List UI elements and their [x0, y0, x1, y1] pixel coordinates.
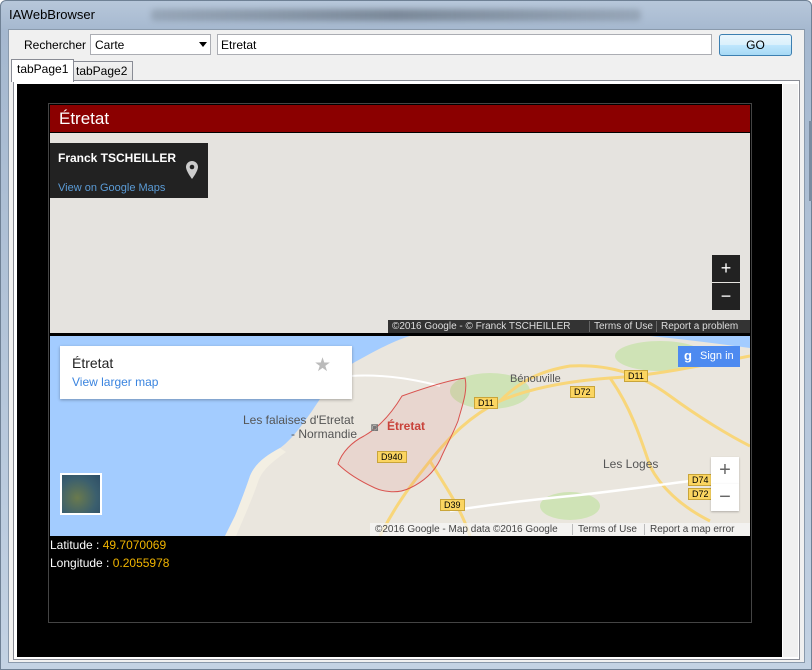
longitude-label: Longitude : — [50, 556, 113, 570]
map-owner-name: Franck TSCHEILLER — [58, 151, 177, 165]
map1-copyright: ©2016 Google - © Franck TSCHEILLER — [392, 321, 571, 332]
window-title: IAWebBrowser — [9, 7, 95, 22]
custom-map[interactable]: Franck TSCHEILLER View on Google Maps + … — [50, 133, 750, 333]
page-title: Étretat — [50, 105, 750, 132]
mode-select-value: Carte — [95, 38, 125, 52]
latitude-row: Latitude : 49.7070069 — [50, 538, 166, 552]
road-label: D74 — [688, 474, 713, 486]
mode-select[interactable]: Carte — [90, 34, 211, 55]
map1-report-link[interactable]: Report a problem — [656, 321, 738, 332]
title-bar-blur — [151, 9, 641, 21]
view-larger-map-link[interactable]: View larger map — [72, 375, 158, 389]
map2-report-link[interactable]: Report a map error — [644, 524, 734, 535]
satellite-toggle[interactable] — [60, 473, 102, 515]
map2-terms-link[interactable]: Terms of Use — [572, 524, 637, 535]
map2-zoom-out-button[interactable]: − — [711, 484, 739, 511]
map1-footer: ©2016 Google - © Franck TSCHEILLER Terms… — [388, 320, 750, 333]
title-bar[interactable]: IAWebBrowser — [1, 1, 811, 28]
google-g-icon: g — [684, 348, 692, 363]
chevron-down-icon[interactable] — [199, 42, 207, 47]
road-label: D39 — [440, 499, 465, 511]
longitude-row: Longitude : 0.2055978 — [50, 556, 169, 570]
map2-footer: ©2016 Google - Map data ©2016 Google Ter… — [370, 523, 750, 536]
google-map[interactable]: D11 D72 D11 D940 D39 D74 D72 Bénouville … — [50, 336, 750, 536]
tab-panel: Étretat Franck TSCHEILLER View on Google… — [13, 80, 800, 660]
road-label: D940 — [377, 451, 407, 463]
latitude-label: Latitude : — [50, 538, 103, 552]
latitude-value: 49.7070069 — [102, 538, 167, 552]
road-label: D72 — [688, 488, 713, 500]
page-content: Étretat Franck TSCHEILLER View on Google… — [48, 103, 752, 623]
view-on-google-maps-link[interactable]: View on Google Maps — [58, 182, 165, 194]
road-label: D11 — [624, 370, 648, 382]
map2-zoom-in-button[interactable]: + — [711, 457, 739, 484]
place-label: Les Loges — [603, 457, 659, 471]
map1-zoom-in-button[interactable]: + — [712, 255, 740, 282]
place-info-card: Étretat View larger map ★ — [60, 346, 352, 399]
go-button[interactable]: GO — [719, 34, 792, 56]
road-label: D11 — [474, 397, 498, 409]
road-label: D72 — [570, 386, 595, 398]
sign-in-label: Sign in — [700, 350, 734, 362]
app-window: IAWebBrowser Rechercher Carte GO tabPage… — [0, 0, 812, 670]
web-browser-view[interactable]: Étretat Franck TSCHEILLER View on Google… — [17, 84, 782, 657]
client-area: Rechercher Carte GO tabPage1 tabPage2 Ét… — [8, 29, 805, 663]
search-input[interactable] — [217, 34, 712, 55]
poi-label: - Normandie — [291, 427, 358, 441]
tab-page2[interactable]: tabPage2 — [70, 61, 134, 81]
tab-page1[interactable]: tabPage1 — [11, 59, 75, 82]
sign-in-button[interactable]: g Sign in — [678, 346, 740, 367]
star-icon[interactable]: ★ — [314, 354, 331, 377]
place-label-etretat: Étretat — [387, 419, 426, 433]
map2-copyright: ©2016 Google - Map data ©2016 Google — [375, 524, 558, 535]
longitude-value: 0.2055978 — [112, 556, 170, 570]
map-pin-icon — [186, 161, 198, 179]
map1-zoom-out-button[interactable]: − — [712, 283, 740, 310]
poi-label: Les falaises d'Etretat — [243, 413, 355, 427]
map1-terms-link[interactable]: Terms of Use — [589, 321, 653, 332]
camera-icon: ◙ — [371, 420, 379, 434]
map-owner-card: Franck TSCHEILLER View on Google Maps — [50, 143, 208, 198]
place-title: Étretat — [72, 355, 114, 371]
vertical-scrollbar[interactable] — [783, 84, 798, 657]
search-label: Rechercher — [24, 38, 87, 52]
place-label: Bénouville — [510, 373, 561, 385]
